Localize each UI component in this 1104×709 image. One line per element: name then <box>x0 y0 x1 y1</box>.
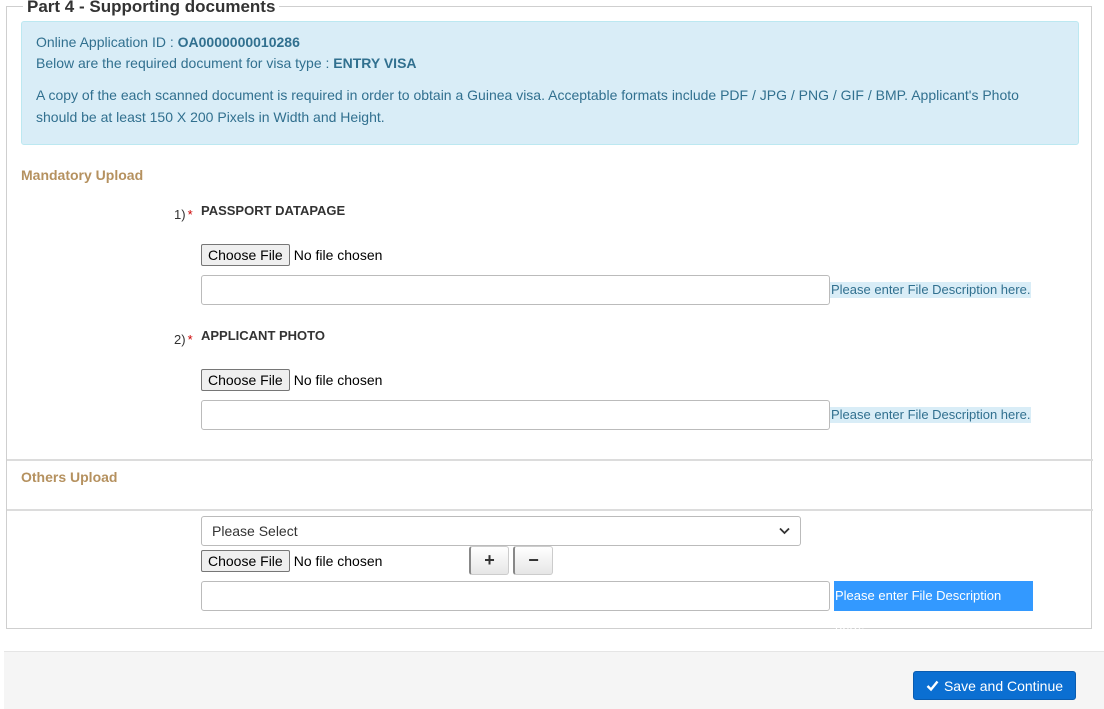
required-marker: * <box>187 332 193 347</box>
choose-file-button[interactable]: Choose File <box>201 550 290 572</box>
divider <box>7 509 1093 511</box>
others-upload-title: Others Upload <box>21 469 118 485</box>
info-alert: Online Application ID : OA0000000010286 … <box>21 21 1079 145</box>
description-hint: Please enter File Description here. <box>830 407 1032 423</box>
select-value: Please Select <box>212 523 298 539</box>
add-row-button[interactable]: + <box>469 546 509 575</box>
divider <box>7 459 1093 461</box>
other-description-input[interactable] <box>201 581 830 611</box>
description-hint: Please enter File Description here. <box>830 282 1032 298</box>
doc-number: 1) * <box>174 207 193 222</box>
applicant-photo-label: APPLICANT PHOTO <box>201 328 325 343</box>
save-and-continue-button[interactable]: Save and Continue <box>913 671 1076 700</box>
chevron-down-icon <box>779 524 790 538</box>
file-status: No file chosen <box>293 553 383 569</box>
doc-number: 2) * <box>174 332 193 347</box>
document-type-select[interactable]: Please Select <box>201 516 801 546</box>
visa-type-label: Below are the required document for visa… <box>36 55 334 71</box>
choose-file-button[interactable]: Choose File <box>201 369 290 391</box>
file-status: No file chosen <box>293 372 383 388</box>
remove-row-button[interactable]: − <box>513 546 553 575</box>
check-icon <box>926 679 939 692</box>
requirements-text: A copy of the each scanned document is r… <box>36 87 1019 125</box>
visa-type-value: ENTRY VISA <box>333 55 417 71</box>
photo-description-input[interactable] <box>201 400 830 430</box>
choose-file-button[interactable]: Choose File <box>201 244 290 266</box>
passport-file-input: Choose File No file chosen <box>201 244 382 266</box>
passport-description-input[interactable] <box>201 275 830 305</box>
passport-datapage-label: PASSPORT DATAPAGE <box>201 203 346 218</box>
required-marker: * <box>187 207 193 222</box>
description-hint: Please enter File Description here. <box>834 581 1033 633</box>
mandatory-upload-title: Mandatory Upload <box>21 167 144 183</box>
app-id-value: OA0000000010286 <box>177 34 300 50</box>
app-id-label: Online Application ID : <box>36 34 178 50</box>
other-file-input: Choose File No file chosen <box>201 550 382 572</box>
save-label: Save and Continue <box>943 677 1064 694</box>
file-status: No file chosen <box>293 247 383 263</box>
photo-file-input: Choose File No file chosen <box>201 369 382 391</box>
section-legend: Part 4 - Supporting documents <box>23 0 280 17</box>
